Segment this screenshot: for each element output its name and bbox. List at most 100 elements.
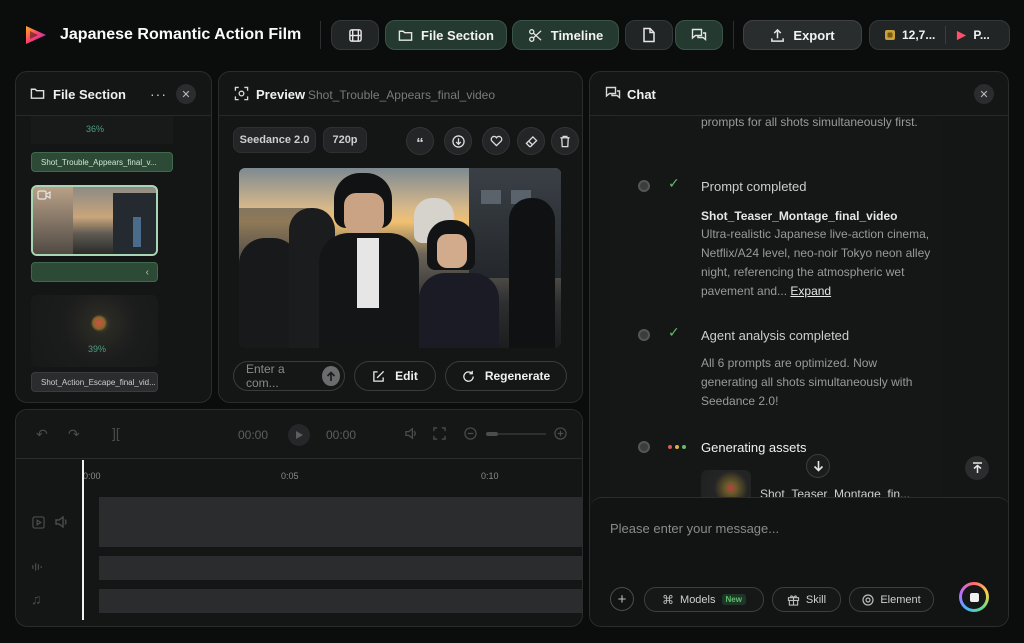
resolution-chip[interactable]: 720p	[323, 127, 367, 153]
track-volume-icon[interactable]	[54, 515, 70, 529]
volume-icon[interactable]	[404, 427, 419, 440]
chevron-left-icon[interactable]: ‹	[146, 267, 149, 278]
step-indicator	[638, 180, 650, 192]
film-button[interactable]	[331, 20, 379, 50]
step-indicator	[638, 329, 650, 341]
chat-input-area: Please enter your message... + ⌘ Models …	[590, 497, 1008, 626]
file-progress: 39%	[88, 344, 107, 354]
file-section-tab[interactable]: File Section	[385, 20, 507, 50]
video-track[interactable]	[99, 497, 582, 547]
comment-input[interactable]: Enter a com...	[246, 362, 312, 390]
model-chip[interactable]: Seedance 2.0	[233, 127, 316, 153]
file-name-tag[interactable]: Shot_Action_Escape_final_vid...	[31, 372, 158, 392]
chat-bubbles-icon	[691, 28, 707, 43]
new-badge: New	[721, 594, 746, 605]
play-logo-icon	[956, 30, 967, 41]
download-button[interactable]	[444, 127, 472, 155]
comment-field[interactable]: Enter a com...	[233, 361, 345, 391]
edit-icon	[372, 370, 385, 383]
file-section-header: File Section ··· ✕	[16, 72, 211, 116]
divider	[733, 21, 734, 49]
tick-label: 0:05	[281, 471, 299, 481]
undo-icon[interactable]: ↶	[36, 426, 48, 443]
video-track-icon	[32, 516, 45, 529]
file-name-tag[interactable]: Shot_Trouble_Appears_final_v...	[31, 152, 173, 172]
preview-title: Preview	[256, 87, 306, 102]
folder-icon	[398, 28, 413, 42]
timeline-panel: ↶ ↷ ][ 00:00 00:00 0:00 0:05 0:10 ♫	[15, 409, 583, 627]
fullscreen-icon[interactable]	[433, 427, 446, 440]
audio-track[interactable]	[99, 556, 582, 580]
music-track[interactable]	[99, 589, 582, 613]
preview-panel: Preview Shot_Trouble_Appears_final_video…	[218, 71, 583, 403]
export-label: Export	[793, 27, 835, 43]
check-icon: ✓	[668, 175, 680, 191]
more-options-icon[interactable]: ···	[150, 86, 167, 102]
trash-icon	[559, 135, 571, 148]
document-icon	[642, 27, 656, 43]
message-input[interactable]: Please enter your message...	[610, 521, 779, 536]
preview-header: Preview Shot_Trouble_Appears_final_video	[219, 72, 582, 116]
export-button[interactable]: Export	[743, 20, 862, 50]
film-icon	[348, 28, 363, 43]
document-button[interactable]	[625, 20, 673, 50]
step-indicator	[638, 441, 650, 453]
expand-link[interactable]: Expand	[790, 284, 831, 298]
file-thumb-3[interactable]	[31, 295, 158, 367]
add-attachment-button[interactable]: +	[610, 587, 634, 611]
zoom-out-icon[interactable]	[464, 427, 477, 440]
top-bar: Japanese Romantic Action Film File Secti…	[0, 0, 1024, 70]
element-button[interactable]: Element	[849, 587, 934, 612]
profile[interactable]: P...	[946, 28, 999, 42]
file-thumb-selected[interactable]	[31, 185, 158, 256]
models-button[interactable]: ⌘ Models New	[644, 587, 764, 612]
quote-button[interactable]: “	[406, 127, 434, 155]
chat-title: Chat	[627, 87, 656, 102]
credits-value: 12,7...	[902, 28, 936, 42]
send-comment-button[interactable]	[322, 366, 340, 386]
video-preview[interactable]	[239, 168, 561, 348]
account-area[interactable]: 12,7... P...	[869, 20, 1010, 50]
chat-icon	[605, 86, 621, 101]
scroll-to-top-button[interactable]	[965, 456, 989, 480]
timeline-toolbar: ↶ ↷ ][ 00:00 00:00	[16, 410, 582, 459]
file-name-tag[interactable]: ‹	[31, 262, 158, 282]
chat-panel: Chat ✕ prompts for all shots simultaneou…	[589, 71, 1009, 627]
timeline-tab[interactable]: Timeline	[512, 20, 619, 50]
step-text: All 6 prompts are optimized. Now generat…	[701, 356, 913, 408]
skill-button[interactable]: Skill	[772, 587, 841, 612]
zoom-slider-thumb[interactable]	[486, 432, 498, 436]
scroll-down-button[interactable]	[806, 454, 830, 478]
credits[interactable]: 12,7...	[870, 26, 947, 44]
chat-toggle-button[interactable]	[675, 20, 723, 50]
playhead[interactable]	[82, 460, 84, 620]
delete-button[interactable]	[551, 127, 579, 155]
chat-message-list: prompts for all shots simultaneously fir…	[610, 116, 942, 497]
file-section-tab-label: File Section	[421, 27, 494, 43]
eraser-icon	[524, 135, 538, 148]
app-title: Japanese Romantic Action Film	[60, 26, 302, 43]
favorite-button[interactable]	[482, 127, 510, 155]
split-icon[interactable]: ][	[112, 425, 120, 441]
regenerate-button[interactable]: Regenerate	[445, 361, 567, 391]
stop-icon	[969, 592, 979, 602]
redo-icon[interactable]: ↷	[68, 426, 80, 443]
edit-button[interactable]: Edit	[354, 361, 436, 391]
close-chat-button[interactable]: ✕	[974, 84, 994, 104]
file-section-panel: File Section ··· ✕ 36% Shot_Trouble_Appe…	[15, 71, 212, 403]
zoom-slider[interactable]	[486, 432, 546, 436]
audio-wave-icon	[31, 561, 44, 573]
video-icon	[37, 190, 51, 200]
tick-label: 0:10	[481, 471, 499, 481]
skill-label: Skill	[805, 593, 827, 606]
asset-thumbnail[interactable]	[701, 470, 751, 497]
scissors-icon	[528, 28, 543, 43]
play-button[interactable]	[288, 424, 310, 446]
edit-label: Edit	[395, 369, 418, 383]
close-file-section-button[interactable]: ✕	[176, 84, 196, 104]
chat-header: Chat ✕	[590, 72, 1008, 116]
zoom-in-icon[interactable]	[554, 427, 567, 440]
stop-generation-button[interactable]	[959, 582, 989, 612]
step-text: Ultra-realistic Japanese live-action cin…	[701, 225, 931, 301]
erase-button[interactable]	[517, 127, 545, 155]
